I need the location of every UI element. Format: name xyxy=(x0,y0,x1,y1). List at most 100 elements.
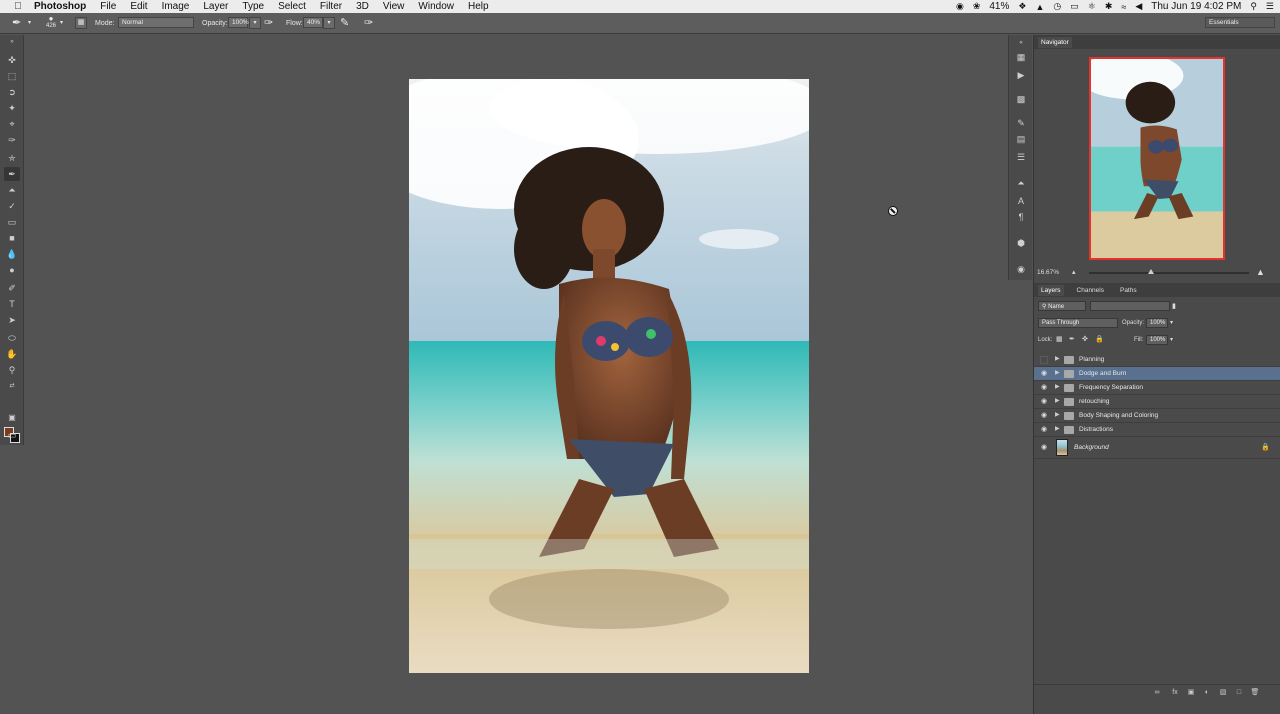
pressure-opacity-icon[interactable]: ✑ xyxy=(264,16,273,29)
document-image[interactable] xyxy=(409,79,809,673)
blur-tool-icon[interactable]: 💧 xyxy=(4,247,20,261)
eye-icon[interactable]: ◉ xyxy=(1038,383,1050,393)
expand-triangle-icon[interactable]: ▶ xyxy=(1055,369,1060,376)
eye-icon[interactable]: ◉ xyxy=(1038,397,1050,407)
menu-3d[interactable]: 3D xyxy=(356,1,369,12)
chevron-down-icon[interactable]: ▾ xyxy=(60,19,63,26)
navigator-thumbnail[interactable] xyxy=(1089,57,1225,260)
eyedropper-tool-icon[interactable]: ✑ xyxy=(4,133,20,147)
add-mask-icon[interactable]: ▣ xyxy=(1186,688,1196,698)
mode-select[interactable]: Normal xyxy=(118,17,194,28)
adjustments-icon[interactable]: ☰ xyxy=(1014,151,1028,163)
filter-toggle-icon[interactable]: ▮ xyxy=(1172,302,1176,310)
gradient-tool-icon[interactable]: ■ xyxy=(4,231,20,245)
volume-icon[interactable]: ◀ xyxy=(1135,1,1142,12)
layer-opacity-input[interactable]: 100% xyxy=(1146,318,1168,328)
layer-row-body-shaping[interactable]: ◉ ▶ Body Shaping and Coloring xyxy=(1034,409,1280,423)
healing-brush-tool-icon[interactable]: ⛤ xyxy=(4,151,20,165)
eye-icon[interactable]: ◉ xyxy=(1038,443,1050,453)
tab-layers[interactable]: Layers xyxy=(1038,284,1064,296)
menu-filter[interactable]: Filter xyxy=(320,1,342,12)
zoom-slider-handle[interactable] xyxy=(1148,269,1154,274)
lock-image-icon[interactable]: ✒ xyxy=(1069,335,1075,343)
menu-help[interactable]: Help xyxy=(468,1,489,12)
dodge-tool-icon[interactable]: ● xyxy=(4,263,20,277)
layer-row-retouching[interactable]: ◉ ▶ retouching xyxy=(1034,395,1280,409)
new-layer-icon[interactable]: □ xyxy=(1234,688,1244,698)
history-brush-tool-icon[interactable]: ✓ xyxy=(4,199,20,213)
link-layers-icon[interactable]: ∞ xyxy=(1152,688,1162,698)
lock-transparent-icon[interactable]: ▦ xyxy=(1056,335,1063,343)
layer-style-icon[interactable]: fx xyxy=(1170,688,1180,698)
layer-row-dodge-and-burn[interactable]: ◉ ▶ Dodge and Burn xyxy=(1034,367,1280,381)
chevron-down-icon[interactable]: ▾ xyxy=(1170,319,1173,326)
marquee-tool-icon[interactable]: ⬚ xyxy=(4,69,20,83)
eye-icon[interactable]: ◉ xyxy=(1038,369,1050,379)
clock[interactable]: Thu Jun 19 4:02 PM xyxy=(1151,1,1241,12)
search-icon[interactable]: ⚲ xyxy=(1250,1,1257,12)
chevron-down-icon[interactable]: ▾ xyxy=(1170,336,1173,343)
camera-icon[interactable]: ◉ xyxy=(1014,263,1028,275)
new-group-icon[interactable]: ▧ xyxy=(1218,688,1228,698)
expand-triangle-icon[interactable]: ▶ xyxy=(1055,383,1060,390)
opacity-input[interactable]: 100% xyxy=(228,17,249,28)
flow-dropdown[interactable]: ▾ xyxy=(323,17,335,29)
lock-position-icon[interactable]: ✜ xyxy=(1082,335,1088,343)
apple-icon[interactable]:  xyxy=(11,1,25,12)
zoom-in-icon[interactable]: ▲ xyxy=(1256,267,1265,277)
crop-tool-icon[interactable]: ⌖ xyxy=(4,117,20,131)
hand-tool-icon[interactable]: ✋ xyxy=(4,347,20,361)
workspace-switcher[interactable]: Essentials xyxy=(1205,17,1275,28)
airplay-icon[interactable]: ▭ xyxy=(1070,1,1079,12)
histogram-panel-icon[interactable]: ▩ xyxy=(1014,93,1028,105)
layer-row-planning[interactable]: ▶ Planning xyxy=(1034,353,1280,367)
ellipse-tool-icon[interactable]: ⬭ xyxy=(4,331,20,345)
panel-collapse-icon[interactable]: » xyxy=(4,35,20,49)
brush-tool-preset-icon[interactable]: ✒ xyxy=(12,16,21,29)
zoom-value[interactable]: 16.67% xyxy=(1037,269,1059,276)
screen-mode-icon[interactable]: ▭ xyxy=(4,428,20,442)
3d-panel-icon[interactable]: ⬢ xyxy=(1014,237,1028,249)
eye-icon[interactable]: ◉ xyxy=(1038,425,1050,435)
brush-presets-icon[interactable]: ▤ xyxy=(1014,133,1028,145)
expand-triangle-icon[interactable]: ▶ xyxy=(1055,425,1060,432)
swap-colors-icon[interactable]: ⇄ xyxy=(4,379,20,393)
lasso-tool-icon[interactable]: ➲ xyxy=(4,85,20,99)
brush-tool-icon[interactable]: ✒ xyxy=(4,167,20,181)
menu-type[interactable]: Type xyxy=(242,1,264,12)
character-panel-icon[interactable]: A xyxy=(1014,195,1028,207)
history-panel-icon[interactable]: ▦ xyxy=(1014,51,1028,63)
menu-select[interactable]: Select xyxy=(278,1,306,12)
menu-edit[interactable]: Edit xyxy=(130,1,147,12)
sync-icon[interactable]: ⚛ xyxy=(1088,1,1096,12)
airbrush-icon[interactable]: ✎ xyxy=(340,16,349,29)
move-tool-icon[interactable]: ✜ xyxy=(4,53,20,67)
adjustment-layer-icon[interactable]: ◐ xyxy=(1202,688,1212,698)
layer-row-frequency-separation[interactable]: ◉ ▶ Frequency Separation xyxy=(1034,381,1280,395)
tab-navigator[interactable]: Navigator xyxy=(1038,36,1072,48)
quick-selection-tool-icon[interactable]: ✦ xyxy=(4,101,20,115)
fill-input[interactable]: 100% xyxy=(1146,335,1168,345)
tab-paths[interactable]: Paths xyxy=(1117,285,1140,296)
actions-panel-icon[interactable]: ▶ xyxy=(1014,69,1028,81)
zoom-slider-track[interactable] xyxy=(1089,272,1249,274)
clone-stamp-tool-icon[interactable]: ⏶ xyxy=(4,183,20,197)
opacity-dropdown[interactable]: ▾ xyxy=(249,17,261,29)
battery-percent[interactable]: 41% xyxy=(989,1,1009,12)
delete-layer-icon[interactable]: 🗑 xyxy=(1250,688,1260,698)
menu-file[interactable]: File xyxy=(100,1,116,12)
chevron-down-icon[interactable]: ▾ xyxy=(28,19,31,26)
paragraph-panel-icon[interactable]: ¶ xyxy=(1014,211,1028,223)
lock-all-icon[interactable]: 🔒 xyxy=(1095,335,1104,343)
clone-source-icon[interactable]: ⏶ xyxy=(1014,177,1028,189)
expand-triangle-icon[interactable]: ▶ xyxy=(1055,411,1060,418)
pressure-size-icon[interactable]: ✑ xyxy=(364,16,373,29)
evernote-icon[interactable]: ❀ xyxy=(973,1,981,12)
brush-size-picker[interactable]: ● 426 xyxy=(44,14,58,29)
type-tool-icon[interactable]: T xyxy=(4,297,20,311)
menu-view[interactable]: View xyxy=(383,1,405,12)
eraser-tool-icon[interactable]: ▭ xyxy=(4,215,20,229)
expand-triangle-icon[interactable]: ▶ xyxy=(1055,397,1060,404)
quick-mask-icon[interactable]: ▣ xyxy=(4,411,20,425)
visibility-toggle-off[interactable] xyxy=(1040,356,1048,364)
